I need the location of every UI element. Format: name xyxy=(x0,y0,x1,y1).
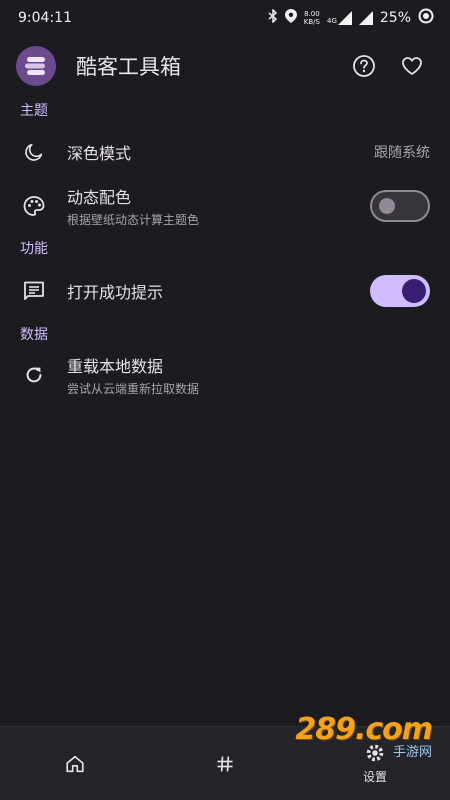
dark-mode-title: 深色模式 xyxy=(67,144,132,163)
reload-data-title: 重载本地数据 xyxy=(67,357,164,376)
favorite-button[interactable] xyxy=(390,44,434,88)
setting-dark-mode[interactable]: 深色模式 跟随系统 xyxy=(0,124,450,180)
dark-mode-text: 深色模式 xyxy=(67,140,374,164)
signal-icon xyxy=(337,11,352,25)
app-logo-icon xyxy=(16,46,56,86)
refresh-icon xyxy=(20,361,48,389)
switch-knob xyxy=(402,279,426,303)
moon-icon xyxy=(20,138,48,166)
status-time: 9:04:11 xyxy=(18,10,72,26)
reload-data-text: 重载本地数据 尝试从云端重新拉取数据 xyxy=(67,353,430,397)
home-icon xyxy=(66,755,84,772)
section-header-theme: 主题 xyxy=(20,103,48,119)
hash-icon xyxy=(217,755,233,772)
reload-data-subtitle: 尝试从云端重新拉取数据 xyxy=(67,382,200,396)
watermark-sub: 手游网 xyxy=(392,745,432,760)
signal-4g: 4G xyxy=(327,11,352,25)
dynamic-color-switch[interactable] xyxy=(370,190,430,222)
nav-tools[interactable] xyxy=(185,727,265,800)
status-bar: 9:04:11 8.00 KB/S 4G 25% xyxy=(0,0,450,36)
status-icons: 8.00 KB/S 4G 25% xyxy=(268,8,434,28)
app-bar: 酷客工具箱 xyxy=(0,36,450,96)
dynamic-color-subtitle: 根据壁纸动态计算主题色 xyxy=(67,213,200,227)
palette-icon xyxy=(20,192,48,220)
app-title: 酷客工具箱 xyxy=(76,55,181,79)
dynamic-color-text: 动态配色 根据壁纸动态计算主题色 xyxy=(67,184,370,228)
help-icon xyxy=(353,55,375,77)
open-success-tip-text: 打开成功提示 xyxy=(67,279,370,303)
battery-percent: 25% xyxy=(379,10,411,26)
location-icon xyxy=(284,9,297,27)
open-success-tip-switch[interactable] xyxy=(370,275,430,307)
section-header-features: 功能 xyxy=(20,241,48,257)
open-success-tip-title: 打开成功提示 xyxy=(67,283,164,302)
bluetooth-icon xyxy=(268,8,278,27)
heart-icon xyxy=(402,57,422,75)
signal-icon-2 xyxy=(358,11,373,25)
switch-knob xyxy=(379,198,395,214)
battery-ring-icon xyxy=(418,8,434,28)
dark-mode-value[interactable]: 跟随系统 xyxy=(374,142,430,162)
message-icon xyxy=(20,277,48,305)
network-speed: 8.00 KB/S xyxy=(303,10,320,26)
dynamic-color-title: 动态配色 xyxy=(67,188,132,207)
setting-dynamic-color[interactable]: 动态配色 根据壁纸动态计算主题色 xyxy=(0,180,450,232)
setting-open-success-tip[interactable]: 打开成功提示 xyxy=(0,262,450,320)
nav-settings-label: 设置 xyxy=(362,770,387,784)
watermark-logo: 289.com 手游网 xyxy=(295,712,433,760)
nav-home[interactable] xyxy=(35,727,115,800)
section-header-data: 数据 xyxy=(20,327,48,343)
help-button[interactable] xyxy=(342,44,386,88)
setting-reload-data[interactable]: 重载本地数据 尝试从云端重新拉取数据 xyxy=(0,348,450,402)
